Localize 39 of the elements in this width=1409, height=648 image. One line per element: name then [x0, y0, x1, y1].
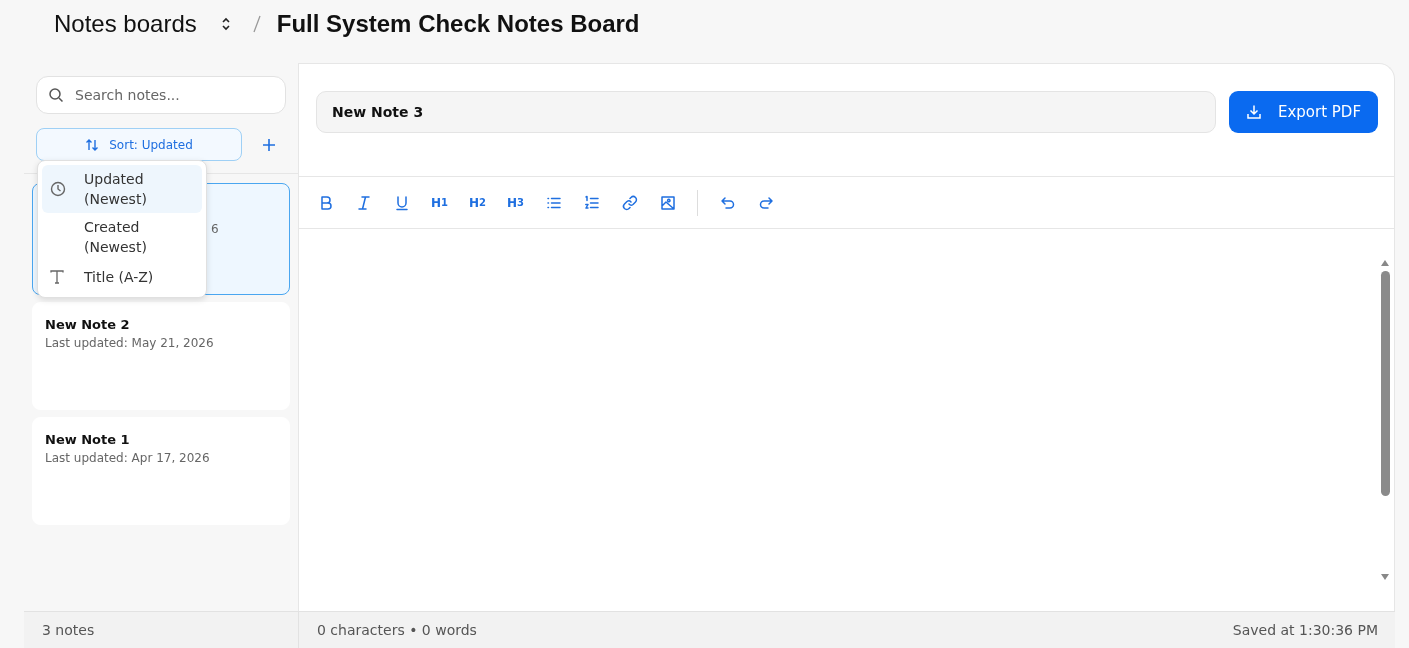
note-card[interactable]: New Note 2 Last updated: May 21, 2026 — [32, 302, 290, 410]
undo-icon[interactable] — [719, 194, 736, 211]
note-title-field[interactable]: New Note 3 — [316, 91, 1216, 133]
italic-icon[interactable] — [355, 194, 372, 211]
redo-icon[interactable] — [757, 194, 774, 211]
search-field[interactable]: Search notes... — [36, 76, 286, 114]
sort-arrows-icon — [85, 137, 100, 152]
chevron-updown-icon[interactable] — [220, 17, 231, 31]
board-title: Full System Check Notes Board — [276, 10, 640, 38]
plus-icon[interactable] — [262, 137, 276, 152]
scroll-down-icon[interactable] — [1380, 573, 1390, 581]
search-icon — [48, 87, 64, 103]
breadcrumb-separator-icon — [252, 15, 261, 33]
note-card[interactable]: New Note 1 Last updated: Apr 17, 2026 — [32, 417, 290, 525]
notes-count: 3 notes — [41, 622, 96, 638]
sort-option[interactable]: Updated (Newest) — [42, 165, 202, 213]
breadcrumb-parent[interactable]: Notes boards — [54, 10, 197, 38]
note-date: Last updated: May 21, 2026 — [45, 336, 215, 350]
note-title: New Note 1 — [45, 432, 131, 447]
note-title: New Note 2 — [45, 317, 131, 332]
scrollbar[interactable] — [1379, 259, 1391, 581]
numbers-icon[interactable] — [583, 194, 600, 211]
image-icon[interactable] — [659, 194, 676, 211]
link-icon[interactable] — [621, 194, 638, 211]
sort-option[interactable]: Title (A-Z) — [42, 261, 202, 293]
search-input[interactable]: Search notes... — [73, 86, 274, 104]
note-date: 6 — [211, 222, 220, 236]
underline-icon[interactable] — [393, 194, 410, 211]
scroll-up-icon[interactable] — [1380, 259, 1390, 267]
sort-option[interactable]: Created (Newest) — [42, 213, 202, 261]
sort-button[interactable]: Sort: Updated — [36, 128, 242, 161]
editor-stats: 0 characters • 0 words — [298, 612, 1233, 648]
saved-time: Saved at 1:30:36 PM — [1232, 622, 1379, 638]
text-icon — [50, 270, 64, 284]
download-icon — [1245, 104, 1262, 120]
note-title-field[interactable]: New Note 3 — [330, 103, 1202, 121]
note-date: Last updated: Apr 17, 2026 — [45, 451, 211, 465]
export-pdf-button[interactable]: Export PDF — [1229, 91, 1378, 133]
clock-icon — [50, 181, 66, 197]
